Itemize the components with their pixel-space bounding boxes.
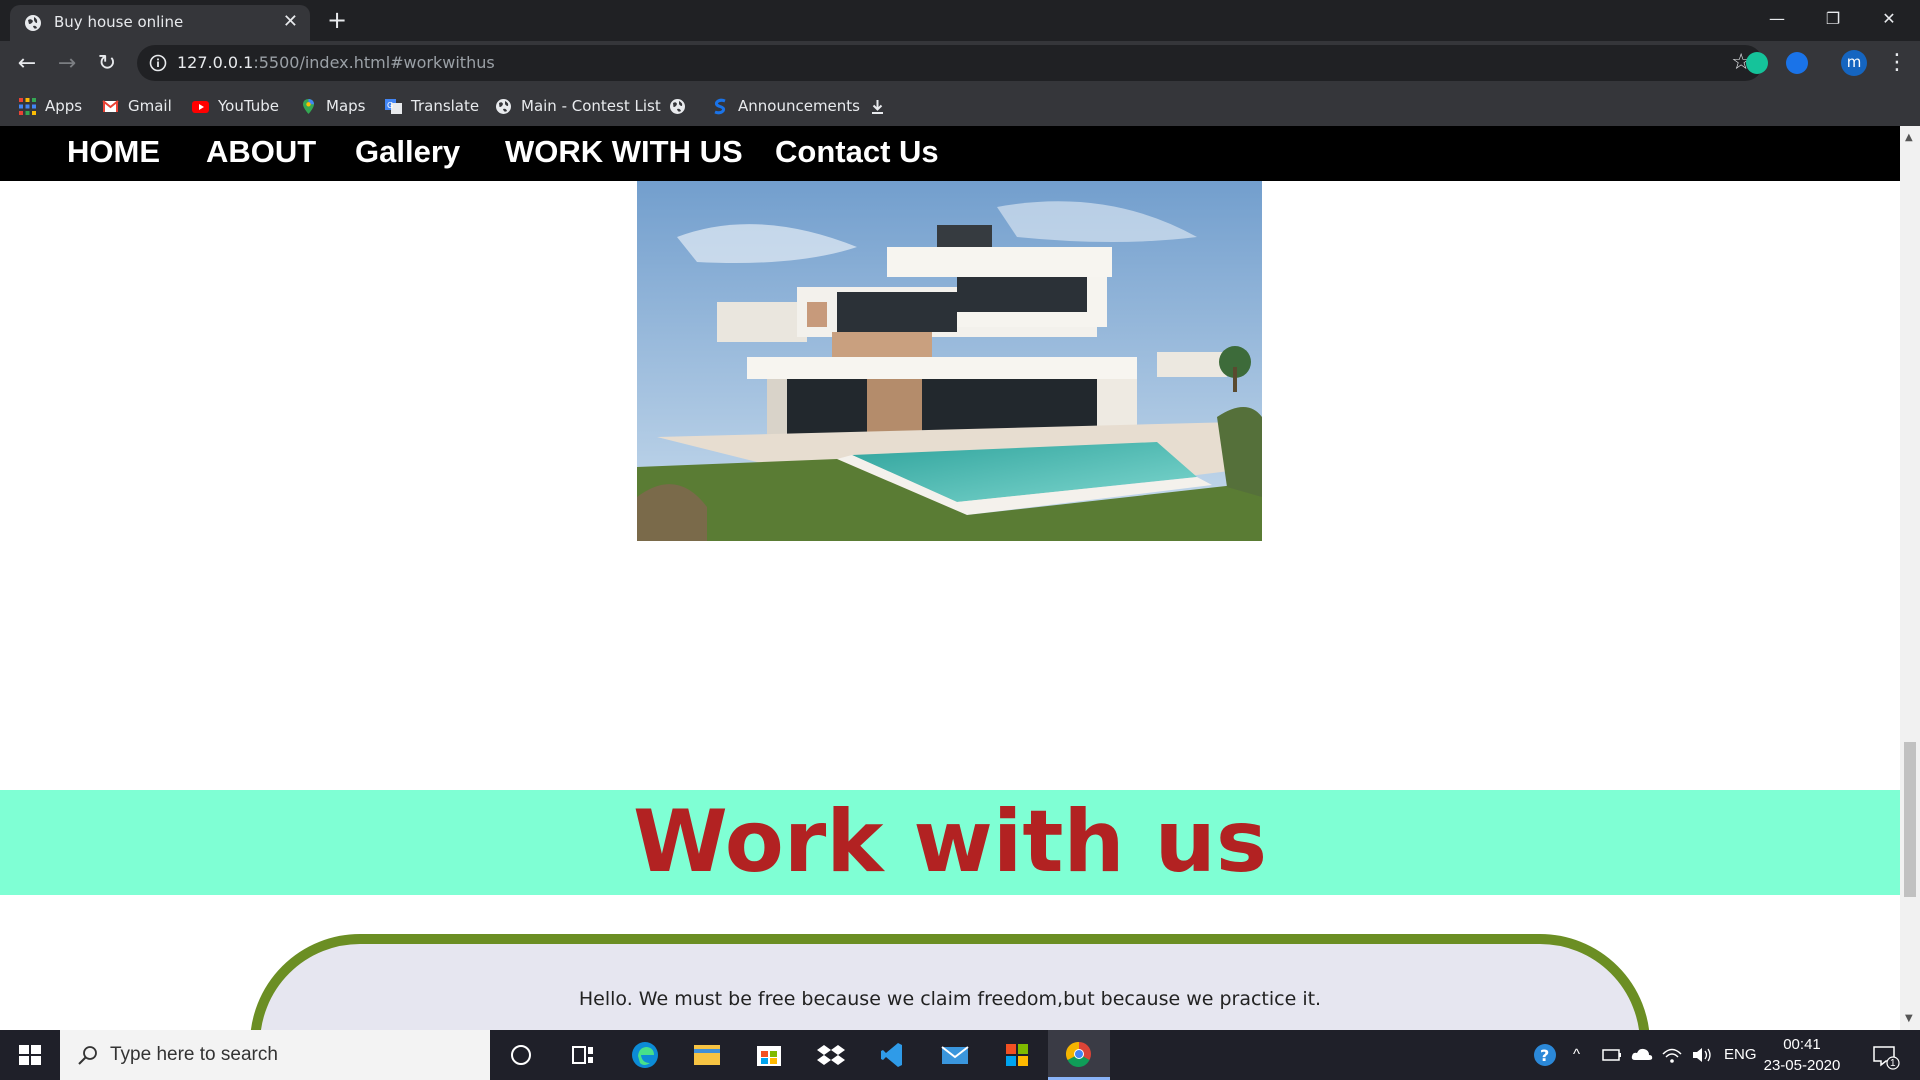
browser-toolbar: ← → ↻ 127.0.0.1:5500/index.html#workwith… [0,41,1920,86]
bookmark-announcements[interactable]: Announcements [712,94,860,118]
bookmark-apps[interactable]: Apps [19,94,82,118]
close-window-button[interactable]: ✕ [1866,4,1912,34]
dropbox-icon[interactable] [800,1030,862,1080]
screen: Buy house online ✕ + — ❐ ✕ ← → ↻ 127.0.0… [0,0,1920,1080]
address-bar[interactable]: 127.0.0.1:5500/index.html#workwithus ☆ [137,45,1763,81]
windows-logo-icon [19,1045,41,1065]
browser-tab-strip: Buy house online ✕ + — ❐ ✕ [0,0,1920,41]
gmail-icon [102,100,119,112]
work-with-us-banner: Work with us [0,790,1900,895]
nav-link-about[interactable]: ABOUT [206,134,316,170]
globe-icon [496,99,511,114]
office-app-icon[interactable] [986,1030,1048,1080]
tab-close-icon[interactable]: ✕ [283,11,298,32]
svg-text:G: G [387,101,393,110]
bookmark-label: Translate [411,97,480,115]
restore-button[interactable]: ❐ [1810,4,1856,34]
download-arrow-icon [872,100,883,114]
profile-avatar[interactable]: m [1841,50,1867,76]
section-title: Work with us [632,792,1268,892]
translate-icon: G [385,99,402,114]
file-explorer-icon[interactable] [676,1030,738,1080]
bookmark-maps[interactable]: Maps [300,94,365,118]
nav-link-home[interactable]: HOME [67,134,160,170]
bookmark-label: Apps [45,97,83,115]
nav-link-contact-us[interactable]: Contact Us [775,134,939,170]
start-button[interactable] [0,1030,60,1080]
task-view-icon[interactable] [552,1030,614,1080]
page-scrollbar[interactable]: ▲ ▼ [1900,126,1920,1030]
chrome-icon[interactable] [1048,1030,1110,1080]
url-path: :5500/index.html#workwithus [253,53,495,72]
site-info-icon[interactable] [149,54,167,72]
search-icon [78,1046,97,1065]
bookmark-label: Announcements [738,97,860,115]
youtube-icon [192,101,209,113]
browser-tab[interactable]: Buy house online ✕ [10,5,310,41]
house-photo [637,167,1262,541]
globe-favicon-icon [25,15,41,31]
bookmark-label: YouTube [218,97,279,115]
svg-text:?: ? [1540,1046,1549,1065]
page-viewport: HOME ABOUT Gallery WORK WITH US Contact … [0,126,1900,1030]
wifi-icon[interactable] [1660,1030,1684,1080]
download-icon[interactable] [869,94,895,118]
windows-taskbar: Type here to search ? ^ ENG 00:41 23-05-… [0,1030,1920,1080]
mail-icon[interactable] [924,1030,986,1080]
new-tab-button[interactable]: + [322,6,352,36]
globe-icon [670,99,685,114]
taskbar-search-box[interactable]: Type here to search [60,1030,490,1080]
help-icon[interactable]: ? [1530,1030,1560,1080]
bookmark-contest-list[interactable]: Main - Contest List [495,94,661,118]
url-host: 127.0.0.1 [177,53,254,72]
bookmark-label: Maps [326,97,366,115]
language-indicator[interactable]: ENG [1724,1030,1757,1080]
back-button[interactable]: ← [11,48,43,80]
reload-button[interactable]: ↻ [91,48,123,80]
bookmark-translate[interactable]: G Translate [385,94,479,118]
tab-title: Buy house online [54,13,184,31]
quote-card: Hello. We must be free because we claim … [250,934,1650,1030]
onedrive-cloud-icon[interactable] [1630,1030,1654,1080]
browser-menu-icon[interactable]: ⋮ [1886,50,1908,75]
bookmark-globe[interactable] [669,94,695,118]
bookmark-gmail[interactable]: Gmail [102,94,172,118]
bookmark-label: Main - Contest List [521,97,661,115]
action-center-icon[interactable]: 1 [1866,1030,1902,1080]
clock-time: 00:41 [1783,1036,1821,1053]
s-logo-icon [714,98,726,115]
quote-text: Hello. We must be free because we claim … [578,988,1322,1010]
scroll-up-arrow-icon[interactable]: ▲ [1905,132,1913,143]
minimize-button[interactable]: — [1754,4,1800,34]
nav-link-work-with-us[interactable]: WORK WITH US [505,134,743,170]
maps-pin-icon [303,99,314,114]
battery-icon[interactable] [1601,1030,1623,1080]
extension-icon[interactable] [1786,52,1808,74]
scrollbar-thumb[interactable] [1904,742,1916,897]
nav-link-gallery[interactable]: Gallery [355,134,460,170]
site-nav-bar: HOME ABOUT Gallery WORK WITH US Contact … [0,126,1900,181]
search-placeholder: Type here to search [110,1044,278,1065]
bookmarks-bar: Apps Gmail YouTube Maps G Translate Main… [0,86,1920,126]
notification-count-badge: 1 [1890,1058,1896,1069]
url-text: 127.0.0.1:5500/index.html#workwithus [177,53,495,72]
show-hidden-icons-chevron-icon[interactable]: ^ [1573,1030,1580,1080]
bookmark-youtube[interactable]: YouTube [192,94,279,118]
taskbar-clock[interactable]: 00:41 23-05-2020 [1762,1034,1842,1076]
edge-browser-icon[interactable] [614,1030,676,1080]
apps-grid-icon [19,98,36,115]
vscode-icon[interactable] [862,1030,924,1080]
scroll-down-arrow-icon[interactable]: ▼ [1905,1013,1913,1024]
cortana-icon[interactable] [490,1030,552,1080]
volume-icon[interactable] [1690,1030,1714,1080]
microsoft-store-icon[interactable] [738,1030,800,1080]
clock-date: 23-05-2020 [1763,1057,1841,1074]
bookmark-label: Gmail [128,97,172,115]
grammarly-extension-icon[interactable] [1746,52,1768,74]
forward-button[interactable]: → [51,48,83,80]
